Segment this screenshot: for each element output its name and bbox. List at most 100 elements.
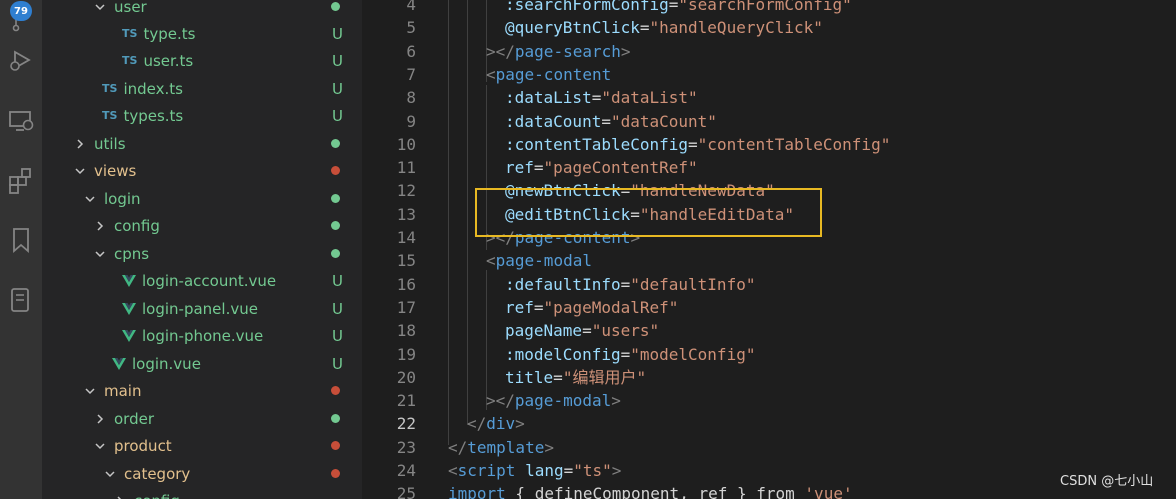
tree-item[interactable]: login-panel.vue U: [42, 295, 362, 322]
code-token: page-content: [495, 64, 612, 84]
status-dot: [331, 221, 340, 230]
code-line[interactable]: 22 </div>: [362, 412, 1176, 435]
code-line[interactable]: 11 ref="pageContentRef": [362, 156, 1176, 179]
line-number: 13: [396, 204, 416, 224]
tree-item-label: user.ts: [143, 51, 194, 70]
line-number: 8: [406, 88, 416, 108]
code-token: "users": [591, 321, 660, 341]
status-dot: [331, 386, 340, 395]
code-token: =: [639, 18, 650, 38]
code-text: ref="pageContentRef": [505, 156, 698, 179]
tree-item[interactable]: main: [42, 377, 362, 404]
code-token: @queryBtnClick: [505, 18, 640, 38]
run-debug-icon[interactable]: [0, 40, 42, 80]
code-line[interactable]: 15 <page-modal: [362, 249, 1176, 272]
code-line[interactable]: 8 :dataList="dataList": [362, 86, 1176, 109]
line-number: 15: [396, 251, 416, 271]
tree-item[interactable]: TS index.ts U: [42, 75, 362, 102]
code-text: :defaultInfo="defaultInfo": [505, 273, 755, 296]
code-token: =: [668, 0, 679, 14]
tree-item[interactable]: login-phone.vue U: [42, 322, 362, 349]
code-token: =: [591, 88, 602, 108]
code-line[interactable]: 6 ></page-search>: [362, 40, 1176, 63]
code-token: =: [620, 344, 631, 364]
code-token: "ts": [573, 461, 612, 480]
tree-item-label: login-panel.vue: [142, 299, 258, 318]
untracked-status: U: [332, 106, 343, 125]
tree-item-label: login-account.vue: [142, 271, 277, 290]
untracked-status: U: [332, 51, 343, 70]
tree-item[interactable]: login-account.vue U: [42, 267, 362, 294]
code-text: </template>: [448, 436, 554, 459]
code-line[interactable]: 16:defaultInfo="defaultInfo": [362, 273, 1176, 296]
chevron-down-icon: [95, 442, 105, 449]
status-dot: [331, 469, 340, 478]
tree-item[interactable]: views: [42, 157, 362, 184]
tree-item[interactable]: config: [42, 487, 362, 499]
status-dot: [331, 249, 340, 258]
tree-item[interactable]: order: [42, 405, 362, 432]
database-icon[interactable]: [0, 280, 42, 320]
tree-item-label: views: [94, 161, 137, 180]
tree-item[interactable]: cpns: [42, 240, 362, 267]
code-token: >: [515, 414, 525, 434]
typescript-file-icon: TS: [122, 27, 138, 40]
code-line[interactable]: 24 <script lang="ts">: [362, 459, 1176, 482]
code-line[interactable]: 21 ></page-modal>: [362, 389, 1176, 412]
code-token: :dataList: [505, 88, 592, 108]
code-text: ></page-search>: [486, 40, 631, 63]
tree-item[interactable]: utils: [42, 130, 362, 157]
code-token: div: [486, 414, 516, 434]
code-line[interactable]: 9:dataCount="dataCount": [362, 110, 1176, 133]
code-text: :contentTableConfig="contentTableConfig": [505, 133, 890, 156]
tree-item-label: types.ts: [123, 106, 184, 125]
typescript-file-icon: TS: [102, 109, 118, 122]
code-line[interactable]: 25 import { defineComponent, ref } from '…: [362, 482, 1176, 499]
tree-item[interactable]: TS types.ts U: [42, 102, 362, 129]
code-line[interactable]: 10:contentTableConfig="contentTableConfi…: [362, 133, 1176, 156]
untracked-status: U: [332, 79, 343, 98]
code-token: title: [505, 367, 554, 387]
code-text: title="编辑用户": [505, 366, 646, 389]
code-line[interactable]: 5 @queryBtnClick="handleQueryClick": [362, 16, 1176, 39]
status-dot: [331, 414, 340, 423]
status-dot: [331, 441, 340, 450]
code-line[interactable]: 18 pageName="users": [362, 319, 1176, 342]
tree-item-label: cpns: [114, 244, 150, 263]
code-token: >: [611, 391, 621, 411]
code-token: ref: [505, 158, 534, 178]
code-token: 'vue': [804, 484, 853, 499]
code-token: "defaultInfo": [630, 274, 756, 294]
vue-file-icon: [122, 329, 136, 342]
code-text: ></page-modal>: [486, 389, 621, 412]
code-token: ></: [486, 391, 515, 411]
tree-item[interactable]: login.vue U: [42, 350, 362, 377]
code-token: script: [457, 461, 516, 480]
code-line[interactable]: 4:searchFormConfig="searchFormConfig": [362, 0, 1176, 16]
tree-item-label: index.ts: [123, 79, 183, 98]
code-token: =: [533, 158, 544, 178]
code-line[interactable]: 17 ref="pageModalRef": [362, 296, 1176, 319]
tree-item[interactable]: user: [42, 0, 362, 20]
code-line[interactable]: 23 </template>: [362, 436, 1176, 459]
tree-item[interactable]: TS user.ts U: [42, 47, 362, 74]
tree-item[interactable]: config: [42, 212, 362, 239]
code-token: "pageModalRef": [543, 297, 679, 317]
bookmarks-icon[interactable]: [0, 220, 42, 260]
tree-item[interactable]: login: [42, 185, 362, 212]
chevron-down-icon: [95, 250, 105, 257]
code-token: :modelConfig: [505, 344, 621, 364]
tree-item[interactable]: category: [42, 460, 362, 487]
extensions-icon[interactable]: [0, 160, 42, 200]
tree-item[interactable]: product: [42, 432, 362, 459]
remote-explorer-icon[interactable]: [0, 100, 42, 140]
code-line[interactable]: 19:modelConfig="modelConfig": [362, 343, 1176, 366]
code-text: :dataList="dataList": [505, 86, 698, 109]
tree-item[interactable]: TS type.ts U: [42, 20, 362, 47]
code-line[interactable]: 20 title="编辑用户": [362, 366, 1176, 389]
typescript-file-icon: TS: [102, 82, 118, 95]
code-editor[interactable]: 4:searchFormConfig="searchFormConfig" 5 @q…: [362, 0, 1176, 499]
code-line[interactable]: 7 <page-content: [362, 63, 1176, 86]
chevron-down-icon: [105, 470, 115, 477]
